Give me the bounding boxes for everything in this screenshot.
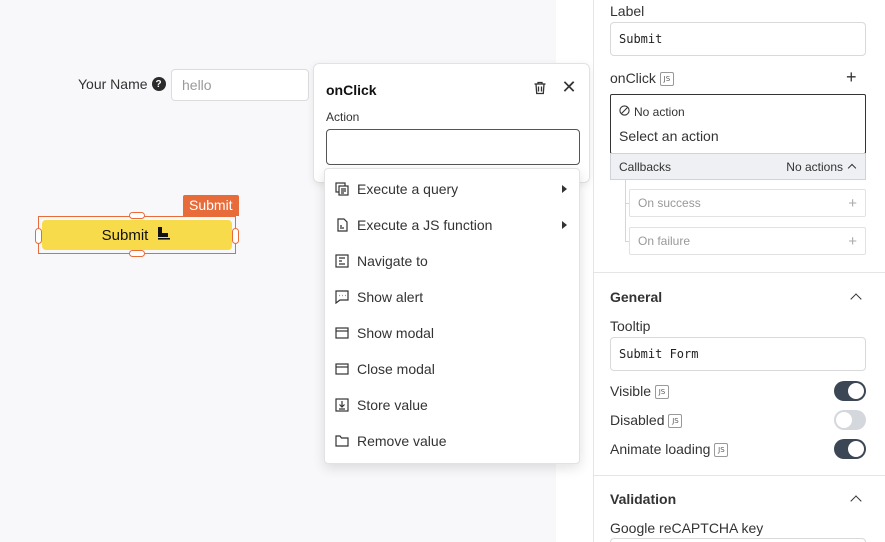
close-modal-icon xyxy=(335,362,349,376)
callbacks-status: No actions xyxy=(786,159,857,174)
disabled-label: Disabled JS xyxy=(610,412,683,429)
tree-line xyxy=(625,180,626,242)
alert-icon xyxy=(335,290,349,304)
animate-loading-label: Animate loading JS xyxy=(610,441,729,458)
add-action-icon[interactable]: + xyxy=(846,68,857,86)
select-action-text: Select an action xyxy=(619,128,719,144)
general-section-title[interactable]: General xyxy=(610,289,662,305)
close-icon[interactable]: ✕ xyxy=(560,78,578,96)
on-failure-field[interactable]: On failure + xyxy=(629,227,866,255)
tooltip-input[interactable]: Submit Form xyxy=(610,337,866,371)
visible-label: Visible JS xyxy=(610,383,669,400)
callbacks-status-text: No actions xyxy=(786,159,843,174)
onclick-title: onClick JS xyxy=(610,70,674,87)
submit-button-label: Submit xyxy=(101,226,149,244)
menu-item-label: Execute a query xyxy=(357,181,459,197)
plus-icon[interactable]: + xyxy=(848,195,857,212)
property-pane: Label Submit onClick JS + No action Selec… xyxy=(593,0,885,542)
tooltip-title: Tooltip xyxy=(610,318,651,334)
menu-item-label: Show alert xyxy=(357,289,424,305)
action-select[interactable] xyxy=(326,129,580,165)
help-icon[interactable]: ? xyxy=(151,77,166,91)
chevron-right-icon xyxy=(562,221,567,229)
name-label-text: Your Name xyxy=(78,76,148,92)
widget-name-tag[interactable]: Submit xyxy=(183,195,239,216)
store-value-icon xyxy=(335,398,349,412)
folder-icon xyxy=(335,434,349,448)
label-input[interactable]: Submit xyxy=(610,22,866,56)
animate-loading-toggle[interactable] xyxy=(834,439,866,459)
menu-item-label: Remove value xyxy=(357,433,447,449)
js-toggle-icon[interactable]: JS xyxy=(659,72,674,87)
disabled-label-text: Disabled xyxy=(610,412,665,428)
chevron-up-icon xyxy=(847,163,857,173)
animate-loading-label-text: Animate loading xyxy=(610,441,711,457)
validation-section-title[interactable]: Validation xyxy=(610,491,676,507)
resize-handle-right[interactable] xyxy=(232,228,239,244)
menu-item-store-value[interactable]: Store value xyxy=(325,387,579,423)
menu-item-close-modal[interactable]: Close modal xyxy=(325,351,579,387)
js-toggle-icon[interactable]: JS xyxy=(714,443,729,458)
menu-item-execute-query[interactable]: Execute a query xyxy=(325,171,579,207)
navigate-icon xyxy=(335,254,349,268)
visible-label-text: Visible xyxy=(610,383,651,399)
onclick-title-text: onClick xyxy=(610,70,656,86)
no-action-text: No action xyxy=(634,105,685,119)
name-label: Your Name ? xyxy=(78,76,166,92)
trash-icon[interactable] xyxy=(532,80,548,96)
menu-item-remove-value[interactable]: Remove value xyxy=(325,423,579,459)
modal-icon xyxy=(335,326,349,340)
query-icon xyxy=(335,182,349,196)
js-toggle-icon[interactable]: JS xyxy=(668,414,683,429)
divider xyxy=(594,475,885,476)
divider xyxy=(594,272,885,273)
menu-item-navigate[interactable]: Navigate to xyxy=(325,243,579,279)
js-toggle-icon[interactable]: JS xyxy=(655,385,669,400)
recaptcha-label: Google reCAPTCHA key xyxy=(610,520,764,536)
js-function-icon xyxy=(335,218,349,232)
menu-item-show-modal[interactable]: Show modal xyxy=(325,315,579,351)
chevron-up-icon[interactable] xyxy=(850,495,862,507)
on-success-field[interactable]: On success + xyxy=(629,189,866,217)
action-label: Action xyxy=(326,110,360,124)
menu-item-label: Navigate to xyxy=(357,253,428,269)
menu-item-show-alert[interactable]: Show alert xyxy=(325,279,579,315)
popover-title: onClick xyxy=(326,82,377,98)
onclick-popover: onClick ✕ Action xyxy=(313,63,590,183)
menu-item-label: Show modal xyxy=(357,325,435,341)
on-success-label: On success xyxy=(638,196,701,210)
visible-toggle[interactable] xyxy=(834,381,866,401)
callbacks-label: Callbacks xyxy=(619,159,672,174)
label-title: Label xyxy=(610,3,645,19)
resize-handle-left[interactable] xyxy=(35,228,42,244)
chevron-right-icon xyxy=(562,185,567,193)
recaptcha-input[interactable] xyxy=(610,538,866,542)
menu-item-label: Store value xyxy=(357,397,428,413)
menu-item-label: Close modal xyxy=(357,361,435,377)
disabled-toggle[interactable] xyxy=(834,410,866,430)
resize-handle-top[interactable] xyxy=(129,212,145,219)
plus-icon[interactable]: + xyxy=(848,233,857,250)
menu-item-execute-js[interactable]: Execute a JS function xyxy=(325,207,579,243)
submit-button[interactable]: Submit xyxy=(42,220,232,250)
user-icon xyxy=(156,225,172,245)
on-failure-label: On failure xyxy=(638,234,691,248)
callbacks-header[interactable]: Callbacks No actions xyxy=(610,153,866,180)
chevron-up-icon[interactable] xyxy=(850,293,862,305)
action-dropdown: Execute a query Execute a JS function Na… xyxy=(324,168,580,464)
ban-icon xyxy=(619,105,630,119)
action-selector[interactable]: No action Select an action xyxy=(610,94,866,154)
no-action-row: No action xyxy=(619,105,685,119)
name-input[interactable]: hello xyxy=(171,69,309,101)
menu-item-label: Execute a JS function xyxy=(357,217,493,233)
resize-handle-bottom[interactable] xyxy=(129,250,145,257)
